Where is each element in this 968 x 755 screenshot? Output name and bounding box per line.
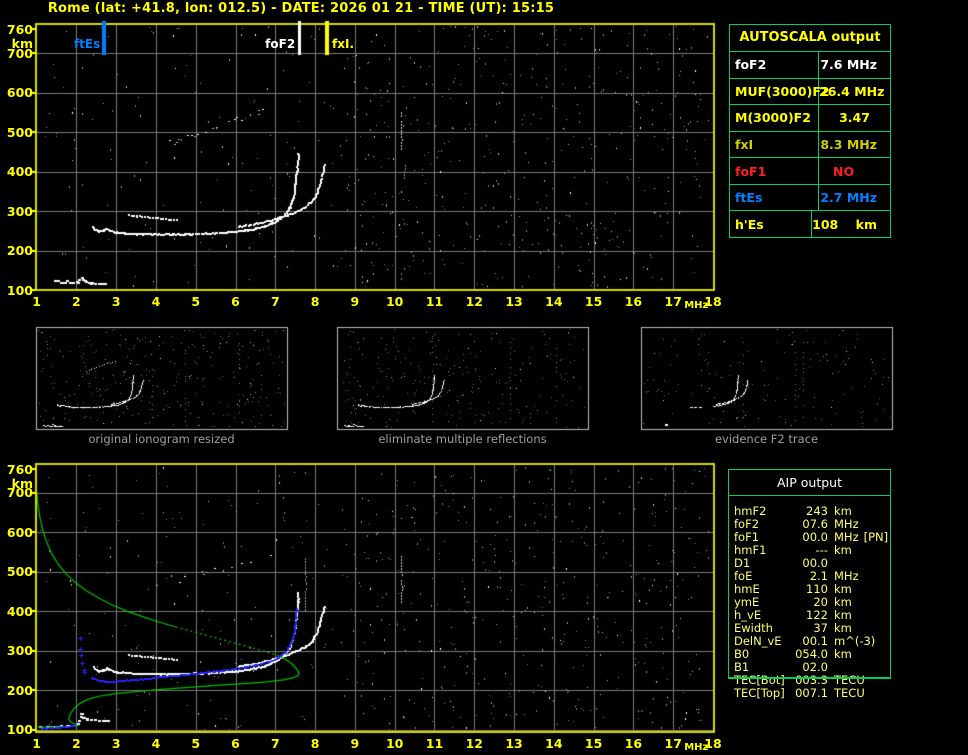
autoscala-row-label: fxI	[730, 131, 819, 158]
aip-output-table: AIP output hmF2 243 km foF2 07.6 MHz foF1 00.0 M…	[728, 469, 891, 700]
marker-label-foF2: foF2	[265, 37, 296, 51]
aip-table-bottom-border	[728, 677, 891, 679]
x-tick-label: 12	[465, 736, 483, 751]
y-tick-label: 300	[6, 643, 33, 659]
y-tick-label: 600	[6, 524, 33, 540]
y-tick-label: 500	[6, 124, 33, 140]
y-tick-label: 200	[6, 682, 33, 698]
aip-extra: [PN]	[863, 530, 889, 544]
x-tick-label: 10	[385, 294, 404, 309]
x-tick-label: 8	[310, 294, 320, 309]
y-tick-label: 600	[6, 85, 33, 100]
x-tick-label: 11	[425, 736, 444, 751]
y-axis-unit-label: km	[11, 35, 33, 51]
x-tick-label: 6	[231, 736, 240, 751]
x-tick-label: 15	[584, 736, 603, 751]
y-tick-label: 500	[6, 564, 33, 580]
autoscala-row-label: ftEs	[730, 184, 819, 211]
thumbnail-caption: original ionogram resized	[88, 432, 235, 446]
aip-unit: TECU	[834, 686, 865, 700]
autoscala-row-label: foF1	[730, 158, 819, 184]
x-tick-label: 17	[664, 294, 682, 309]
x-axis-unit-label: MHz	[684, 300, 709, 311]
autoscala-row-foF1: foF1 NO	[730, 158, 890, 185]
y-axis-unit-label: km	[11, 475, 33, 491]
autoscala-screen: Rome (lat: +41.8, lon: 012.5) - DATE: 20…	[0, 0, 968, 755]
x-tick-label: 15	[584, 294, 603, 309]
thumbnail-caption: eliminate multiple reflections	[378, 432, 547, 446]
x-tick-label: 7	[270, 294, 280, 309]
autoscala-table-title: AUTOSCALA output	[730, 25, 890, 52]
marker-label-fxI: fxI.	[332, 37, 355, 51]
autoscala-table-rows: foF2 7.6 MHz MUF(3000)F2 26.4 MHz M(3000)F2 3…	[730, 52, 890, 238]
x-tick-label: 16	[624, 294, 643, 309]
marker-label-ftEs: ftEs	[73, 37, 101, 51]
y-tick-label: 200	[6, 243, 33, 258]
x-tick-label: 9	[350, 736, 360, 751]
x-tick-label: 12	[465, 294, 483, 309]
thumbnail-caption: evidence F2 trace	[714, 432, 819, 446]
x-tick-label: 6	[231, 294, 240, 309]
x-tick-label: 7	[270, 736, 280, 751]
y-tick-label: 760	[6, 21, 33, 37]
aip-table-title: AIP output	[729, 470, 890, 496]
x-tick-label: 2	[72, 294, 81, 309]
aip-table-rows: hmF2 243 km foF2 07.6 MHz foF1 00.0 MHz [PN] hmF1-…	[729, 505, 890, 700]
autoscala-row-label: MUF(3000)F2	[730, 78, 830, 105]
autoscala-row-value: 3.47	[839, 110, 870, 126]
x-tick-label: 8	[310, 736, 320, 751]
aip-unit: km	[834, 543, 852, 557]
x-tick-label: 4	[151, 294, 161, 309]
x-tick-label: 16	[624, 736, 643, 751]
autoscala-row-hEs: h'Es 108 km	[730, 211, 890, 238]
page-title: Rome (lat: +41.8, lon: 012.5) - DATE: 20…	[47, 1, 555, 16]
autoscala-row-foF2: foF2 7.6 MHz	[730, 52, 890, 79]
y-tick-label: 300	[6, 203, 33, 219]
x-tick-label: 1	[32, 736, 41, 751]
y-tick-label: 760	[6, 461, 33, 477]
autoscala-row-value: 8.3 MHz	[820, 137, 877, 153]
autoscala-row-label: M(3000)F2	[730, 105, 819, 131]
autoscala-row-value: 26.4 MHz	[819, 83, 885, 99]
x-tick-label: 9	[350, 294, 360, 309]
autoscala-row-MUF3000F2: MUF(3000)F2 26.4 MHz	[730, 78, 890, 106]
x-tick-label: 5	[191, 736, 201, 751]
y-tick-label: 100	[6, 722, 33, 737]
x-tick-label: 11	[425, 294, 444, 309]
y-tick-label: 400	[6, 603, 33, 619]
x-tick-label: 5	[191, 294, 201, 309]
autoscala-output-table: AUTOSCALA output foF2 7.6 MHz MUF(3000)F2 2…	[729, 24, 891, 238]
autoscala-row-fxI: fxI 8.3 MHz	[730, 131, 890, 159]
x-tick-label: 1	[32, 294, 41, 309]
aip-value: 007.1	[795, 686, 828, 700]
x-tick-label: 13	[505, 736, 523, 751]
x-tick-label: 14	[545, 736, 563, 751]
autoscala-row-M3000F2: M(3000)F2 3.47	[730, 105, 890, 132]
autoscala-row-value: 108 km	[812, 216, 877, 232]
y-tick-label: 400	[6, 164, 33, 179]
x-tick-label: 10	[385, 736, 404, 751]
autoscala-row-ftEs: ftEs 2.7 MHz	[730, 184, 890, 212]
x-axis-unit-label: MHz	[684, 742, 709, 753]
aip-label: TEC[Top]	[734, 686, 785, 700]
x-tick-label: 17	[664, 736, 682, 751]
x-tick-label: 4	[151, 736, 161, 751]
aip-unit: km	[834, 647, 852, 661]
autoscala-row-value: 2.7 MHz	[820, 190, 877, 206]
aip-row-TECTop: TEC[Top] 007.1 TECU	[729, 687, 890, 700]
autoscala-row-label: h'Es	[730, 211, 813, 238]
autoscala-row-value: NO	[833, 163, 855, 179]
x-tick-label: 3	[111, 736, 121, 751]
x-tick-label: 2	[72, 736, 81, 751]
autoscala-row-value: 7.6 MHz	[820, 57, 877, 73]
y-tick-label: 100	[6, 282, 33, 298]
x-tick-label: 14	[545, 294, 563, 309]
x-tick-label: 13	[505, 294, 523, 309]
autoscala-row-label: foF2	[730, 52, 819, 78]
x-tick-label: 3	[111, 294, 121, 309]
